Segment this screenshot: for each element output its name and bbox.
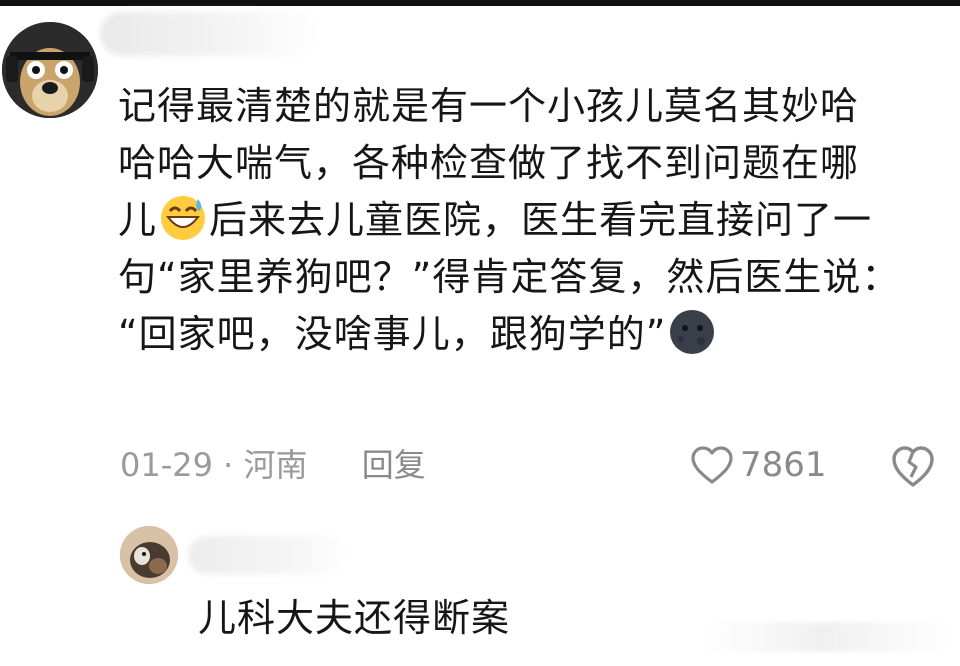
comment-line-5-text: “回家吧，没啥事儿，跟狗学的” bbox=[118, 312, 667, 356]
commenter-name-redacted bbox=[100, 12, 320, 56]
meta-separator: · bbox=[223, 446, 234, 484]
reply-body: 儿科大夫还得断案 bbox=[198, 596, 511, 640]
new-moon-face-emoji-icon bbox=[670, 310, 715, 354]
comment-date: 01-29 bbox=[120, 446, 213, 484]
comment-line-5: “回家吧，没啥事儿，跟狗学的” bbox=[118, 306, 938, 363]
broken-heart-icon[interactable] bbox=[890, 443, 936, 489]
like-button[interactable]: 7861 bbox=[690, 440, 827, 490]
grinning-sweat-emoji-icon bbox=[161, 196, 206, 240]
like-count: 7861 bbox=[740, 445, 827, 485]
reply-name-redacted bbox=[188, 536, 348, 574]
comment-meta: 01-29 · 河南 回复 bbox=[120, 440, 426, 490]
top-status-strip bbox=[0, 0, 960, 6]
comment-line-3-prefix: 儿 bbox=[118, 198, 158, 242]
heart-outline-icon bbox=[691, 446, 733, 484]
comment-line-3-rest: 后来去儿童医院，医生看完直接问了一 bbox=[209, 198, 873, 242]
reply-button[interactable]: 回复 bbox=[362, 446, 426, 484]
watermark-blur bbox=[700, 622, 950, 652]
comment-line-2: 哈哈大喘气，各种检查做了找不到问题在哪 bbox=[118, 141, 860, 185]
reply-avatar[interactable] bbox=[120, 526, 178, 584]
comment-line-1: 记得最清楚的就是有一个小孩儿莫名其妙哈 bbox=[118, 84, 860, 128]
comment-body: 记得最清楚的就是有一个小孩儿莫名其妙哈 哈哈大喘气，各种检查做了找不到问题在哪 … bbox=[118, 78, 938, 363]
comment-line-4: 句“家里养狗吧？”得肯定答复，然后医生说： bbox=[118, 255, 901, 299]
comment-location: 河南 bbox=[243, 446, 308, 484]
commenter-avatar[interactable] bbox=[2, 22, 98, 118]
comment-line-3: 儿 后来去儿童医院，医生看完直接问了一 bbox=[118, 192, 938, 249]
